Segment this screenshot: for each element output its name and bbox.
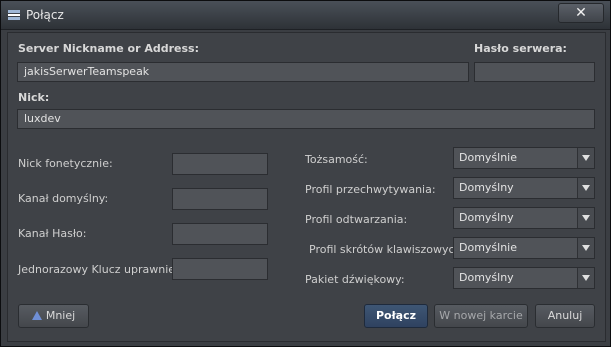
playback-profile-label: Profil odtwarzania: [305,213,408,226]
server-password-label: Hasło serwera: [474,42,567,55]
chevron-down-icon[interactable] [577,148,594,168]
hotkey-profile-label: Profil skrótów klawiszowych: [309,243,466,256]
chevron-down-icon[interactable] [577,178,594,198]
close-button[interactable]: ✕ [558,3,604,23]
channel-password-label: Kanał Hasło: [18,227,87,240]
privilege-key-input[interactable] [172,258,268,280]
server-password-input[interactable] [474,62,595,82]
identity-label: Tożsamość: [305,153,368,166]
server-address-input[interactable]: jakisSerwerTeamspeak [17,62,469,82]
less-button[interactable]: Mniej [18,304,89,328]
triangle-up-icon [31,311,42,320]
default-channel-input[interactable] [172,188,268,210]
playback-profile-select[interactable]: Domyślny [453,207,595,229]
connect-dialog: Połącz ✕ Server Nickname or Address: jak… [0,0,611,347]
phonetic-nick-input[interactable] [172,153,268,175]
nick-input[interactable]: luxdev [17,109,595,129]
capture-profile-select[interactable]: Domyślny [453,177,595,199]
hotkey-profile-select[interactable]: Domyślnie [453,237,595,259]
default-channel-label: Kanał domyślny: [18,192,109,205]
new-tab-button[interactable]: W nowej karcie [434,304,528,328]
capture-profile-label: Profil przechwytywania: [305,183,436,196]
window-title: Połącz [26,8,64,22]
title-bar[interactable]: Połącz ✕ [1,1,610,30]
nick-label: Nick: [18,91,50,104]
identity-select[interactable]: Domyślnie [453,147,595,169]
cancel-button[interactable]: Anuluj [535,304,595,328]
teamspeak-icon [8,10,20,20]
phonetic-nick-label: Nick fonetycznie: [18,157,113,170]
less-label: Mniej [45,309,76,322]
playback-profile-value: Domyślny [459,211,514,224]
identity-value: Domyślnie [459,151,518,164]
chevron-down-icon[interactable] [577,268,594,288]
hotkey-profile-value: Domyślnie [459,241,518,254]
sound-pack-select[interactable]: Domyślny [453,267,595,289]
sound-pack-label: Pakiet dźwiękowy: [305,273,405,286]
chevron-down-icon[interactable] [577,208,594,228]
connect-button[interactable]: Połącz [364,304,428,328]
privilege-key-label: Jednorazowy Klucz uprawnień: [18,263,186,276]
chevron-down-icon[interactable] [577,238,594,258]
dialog-body: Server Nickname or Address: jakisSerwerT… [7,32,606,342]
channel-password-input[interactable] [172,223,268,245]
capture-profile-value: Domyślny [459,181,514,194]
close-icon: ✕ [575,5,587,21]
server-label: Server Nickname or Address: [18,42,199,55]
sound-pack-value: Domyślny [459,271,514,284]
